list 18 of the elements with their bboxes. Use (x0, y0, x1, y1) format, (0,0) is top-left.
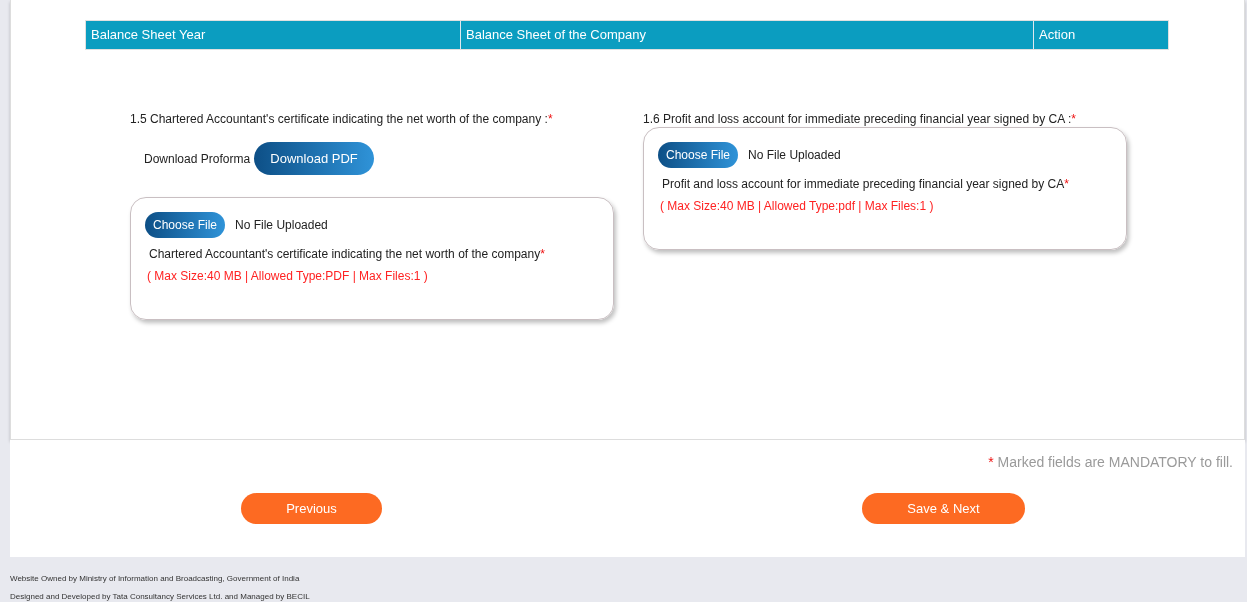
upload-limits: ( Max Size:40 MB | Allowed Type:pdf | Max Files:1 ) (660, 199, 935, 213)
column-header: Balance Sheet of the Company (461, 21, 1034, 49)
question-label: 1.6 Profit and loss account for immediate preceding financial year signed by CA :* (643, 112, 1077, 128)
question-label: 1.5 Chartered Accountant's certificate indicating the net worth of the company :* (130, 112, 554, 128)
column-header: Balance Sheet Year (86, 21, 461, 49)
mandatory-note: * Marked fields are MANDATORY to fill. (987, 454, 1234, 470)
footer-text: Website Owned by Ministry of Information and Broadcasting, Government of India (9, 574, 301, 585)
download-button[interactable]: Download PDF (254, 142, 375, 175)
file-status: No File Uploaded (748, 148, 841, 162)
upload-limits: ( Max Size:40 MB | Allowed Type:PDF | Max Files:1 ) (147, 269, 429, 283)
upload-description: Chartered Accountant's certificate indicating the net worth of the company* (149, 247, 546, 261)
file-status: No File Uploaded (235, 218, 328, 232)
footer-text: Designed and Developed by Tata Consultancy Services Ltd. and Managed by BECIL (9, 592, 311, 602)
choose-file-button[interactable]: Choose File (658, 142, 739, 168)
choose-file-button[interactable]: Choose File (145, 212, 226, 238)
column-header: Action (1038, 26, 1077, 44)
proforma-label: Download Proforma (144, 151, 251, 166)
upload-description: Profit and loss account for immediate preceding financial year signed by CA* (662, 177, 1070, 191)
